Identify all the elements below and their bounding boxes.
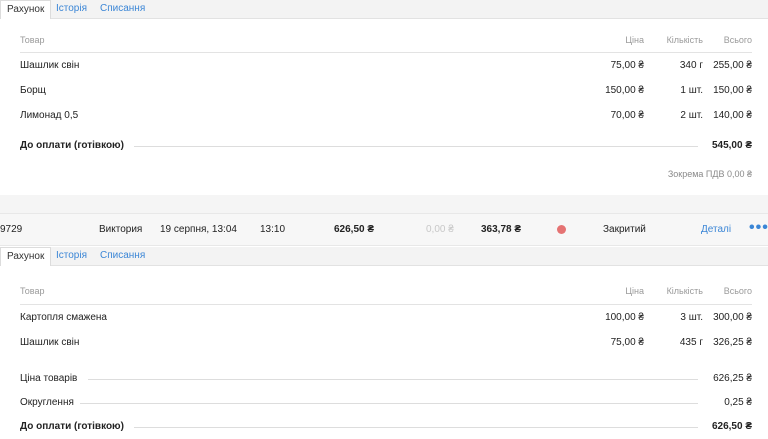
- tab-receipt[interactable]: Рахунок: [0, 0, 52, 20]
- tab-history[interactable]: Історія: [50, 0, 93, 19]
- column-header-qty: Кількість: [666, 35, 703, 45]
- to-pay-label: До оплати (готівкою): [20, 140, 124, 151]
- tab-bar-1: Рахунок Історія Списання: [0, 0, 768, 20]
- column-header-item: Товар: [20, 286, 45, 296]
- item-price: 75,00 ₴: [610, 337, 644, 348]
- to-pay-value: 626,50 ₴: [711, 421, 752, 432]
- goods-price-value: 626,25 ₴: [713, 373, 752, 384]
- tab-history[interactable]: Історія: [50, 247, 93, 266]
- column-header-price: Ціна: [625, 35, 644, 45]
- item-price: 100,00 ₴: [605, 312, 644, 323]
- to-pay-label: До оплати (готівкою): [20, 421, 124, 432]
- receipt-panel-2: Товар Ціна Кількість Всього Картопля сма…: [0, 266, 768, 439]
- section-gap: [0, 195, 768, 213]
- details-link[interactable]: Деталі: [701, 224, 731, 235]
- item-total: 326,25 ₴: [713, 337, 752, 348]
- column-header-item: Товар: [20, 35, 45, 45]
- item-qty: 3 шт.: [680, 312, 703, 323]
- item-total: 300,00 ₴: [713, 312, 752, 323]
- more-options-icon[interactable]: •••: [749, 219, 768, 237]
- column-header-total: Всього: [723, 286, 752, 296]
- tab-write-off[interactable]: Списання: [94, 0, 151, 19]
- item-price: 150,00 ₴: [605, 85, 644, 96]
- order-profit: 363,78 ₴: [481, 224, 522, 235]
- item-qty: 435 г: [679, 337, 703, 348]
- rounding-value: 0,25 ₴: [724, 397, 752, 408]
- to-pay-leader-line: [134, 146, 698, 147]
- status-dot-icon: [557, 225, 566, 234]
- header-divider: [20, 52, 752, 53]
- order-sum: 626,50 ₴: [334, 224, 375, 235]
- item-name: Шашлик свін: [20, 60, 80, 71]
- order-waiter: Виктория: [99, 224, 143, 235]
- order-id: 9729: [0, 224, 23, 235]
- item-name: Шашлик свін: [20, 337, 80, 348]
- item-total: 150,00 ₴: [713, 85, 752, 96]
- item-price: 70,00 ₴: [610, 110, 644, 121]
- item-total: 140,00 ₴: [713, 110, 752, 121]
- order-row[interactable]: 9729 Виктория 19 серпня, 13:04 13:10 626…: [0, 213, 768, 246]
- goods-price-label: Ціна товарів: [20, 373, 78, 384]
- order-discount: 0,00 ₴: [426, 224, 454, 235]
- item-name: Картопля смажена: [20, 312, 107, 323]
- vat-note: Зокрема ПДВ 0,00 ₴: [667, 169, 752, 179]
- header-divider: [20, 304, 752, 305]
- item-qty: 2 шт.: [680, 110, 703, 121]
- item-price: 75,00 ₴: [610, 60, 644, 71]
- column-header-price: Ціна: [625, 286, 644, 296]
- order-closed: 13:10: [260, 224, 286, 235]
- order-status: Закритий: [603, 224, 646, 235]
- goods-price-leader-line: [88, 379, 698, 380]
- to-pay-leader-line: [134, 427, 698, 428]
- rounding-label: Округлення: [20, 397, 74, 408]
- item-total: 255,00 ₴: [713, 60, 752, 71]
- item-qty: 1 шт.: [680, 85, 703, 96]
- rounding-leader-line: [80, 403, 698, 404]
- tab-bar-2: Рахунок Історія Списання: [0, 247, 768, 267]
- item-name: Лимонад 0,5: [20, 110, 79, 121]
- item-qty: 340 г: [679, 60, 703, 71]
- receipt-panel-1: Товар Ціна Кількість Всього Шашлик свін …: [0, 19, 768, 195]
- to-pay-value: 545,00 ₴: [711, 140, 752, 151]
- item-name: Борщ: [20, 85, 46, 96]
- tab-receipt[interactable]: Рахунок: [0, 247, 52, 267]
- tab-write-off[interactable]: Списання: [94, 247, 151, 266]
- order-opened: 19 серпня, 13:04: [160, 224, 237, 235]
- column-header-qty: Кількість: [666, 286, 703, 296]
- column-header-total: Всього: [723, 35, 752, 45]
